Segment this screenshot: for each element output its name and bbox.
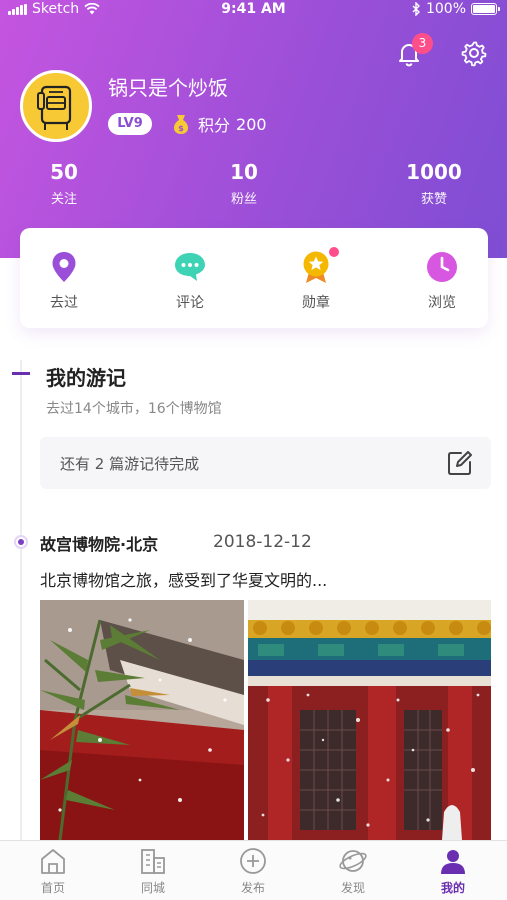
tab-mine-label: 我的 xyxy=(440,881,465,895)
quick-nav-history-label: 浏览 xyxy=(428,295,456,311)
pending-drafts-text: 还有 2 篇游记待完成 xyxy=(60,455,200,473)
quick-nav-card: 去过 评论 勋章 浏览 xyxy=(20,228,488,328)
battery-icon xyxy=(471,3,500,15)
stat-following-label: 关注 xyxy=(50,192,77,207)
tab-city[interactable]: 同城 xyxy=(118,846,188,896)
quick-nav-comments-label: 评论 xyxy=(176,295,204,311)
clock-icon xyxy=(427,252,457,282)
quick-nav-comments[interactable]: 评论 xyxy=(150,250,230,312)
entry-photo-palace[interactable] xyxy=(248,600,491,840)
plus-circle-icon xyxy=(240,848,266,874)
stat-likes-value: 1000 xyxy=(406,160,462,184)
entry-date: 2018-12-12 xyxy=(213,532,312,552)
edit-icon[interactable] xyxy=(447,450,473,476)
planet-icon xyxy=(339,850,367,872)
timeline-entry-dot xyxy=(14,535,28,549)
status-bar: Sketch 9:41 AM 100% xyxy=(0,0,507,20)
points-label: 积分 xyxy=(198,116,231,135)
quick-nav-visited-label: 去过 xyxy=(50,295,78,311)
money-bag-icon: $ xyxy=(173,115,189,134)
city-icon xyxy=(141,849,165,874)
username: 锅只是个炒饭 xyxy=(108,76,228,100)
points-display: $ 积分 200 xyxy=(170,112,267,136)
settings-gear-icon[interactable] xyxy=(459,38,489,68)
stat-followers-value: 10 xyxy=(230,160,258,184)
quick-nav-medals[interactable]: 勋章 xyxy=(276,247,356,312)
home-icon xyxy=(41,849,65,874)
quick-nav-visited[interactable]: 去过 xyxy=(24,250,104,312)
avatar[interactable] xyxy=(20,70,92,142)
stat-followers-label: 粉丝 xyxy=(230,192,257,207)
stat-following-value: 50 xyxy=(50,160,78,184)
user-icon xyxy=(441,850,465,874)
tab-mine[interactable]: 我的 xyxy=(418,846,488,896)
stat-following[interactable]: 50 关注 xyxy=(4,160,124,207)
bottom-tab-bar: 首页 同城 发布 发现 我的 xyxy=(0,840,507,900)
bluetooth-icon xyxy=(412,2,420,16)
timeline-section-marker xyxy=(12,372,30,375)
notification-badge: 3 xyxy=(412,33,433,54)
entry-description[interactable]: 北京博物馆之旅，感受到了华夏文明的... xyxy=(40,567,327,591)
battery-percent: 100% xyxy=(425,1,466,17)
robot-helmet-avatar-icon xyxy=(37,85,72,130)
section-title: 我的游记 xyxy=(46,366,126,390)
level-badge: LV9 xyxy=(108,113,152,135)
quick-nav-medals-label: 勋章 xyxy=(302,295,330,311)
tab-publish-label: 发布 xyxy=(240,881,265,895)
quick-nav-history[interactable]: 浏览 xyxy=(402,250,482,312)
stat-likes-label: 获赞 xyxy=(420,192,447,207)
tab-city-label: 同城 xyxy=(140,881,165,895)
stat-followers[interactable]: 10 粉丝 xyxy=(184,160,304,207)
tab-discover[interactable]: 发现 xyxy=(318,846,388,896)
svg-text:$: $ xyxy=(178,124,184,133)
tab-discover-label: 发现 xyxy=(340,881,365,895)
tab-publish[interactable]: 发布 xyxy=(218,846,288,896)
section-subtitle: 去过14个城市，16个博物馆 xyxy=(46,401,222,417)
comment-icon xyxy=(175,253,205,281)
medal-new-dot xyxy=(329,247,339,257)
location-pin-icon xyxy=(52,252,76,282)
tab-home[interactable]: 首页 xyxy=(18,846,88,896)
timeline-line xyxy=(20,360,22,840)
stat-likes[interactable]: 1000 获赞 xyxy=(374,160,494,207)
medal-icon xyxy=(303,251,329,283)
pending-drafts-banner[interactable]: 还有 2 篇游记待完成 xyxy=(40,437,491,489)
entry-photo-bamboo[interactable] xyxy=(40,600,244,840)
entry-place[interactable]: 故宫博物院·北京 xyxy=(40,531,158,555)
tab-home-label: 首页 xyxy=(40,881,65,895)
points-value: 200 xyxy=(236,114,267,134)
